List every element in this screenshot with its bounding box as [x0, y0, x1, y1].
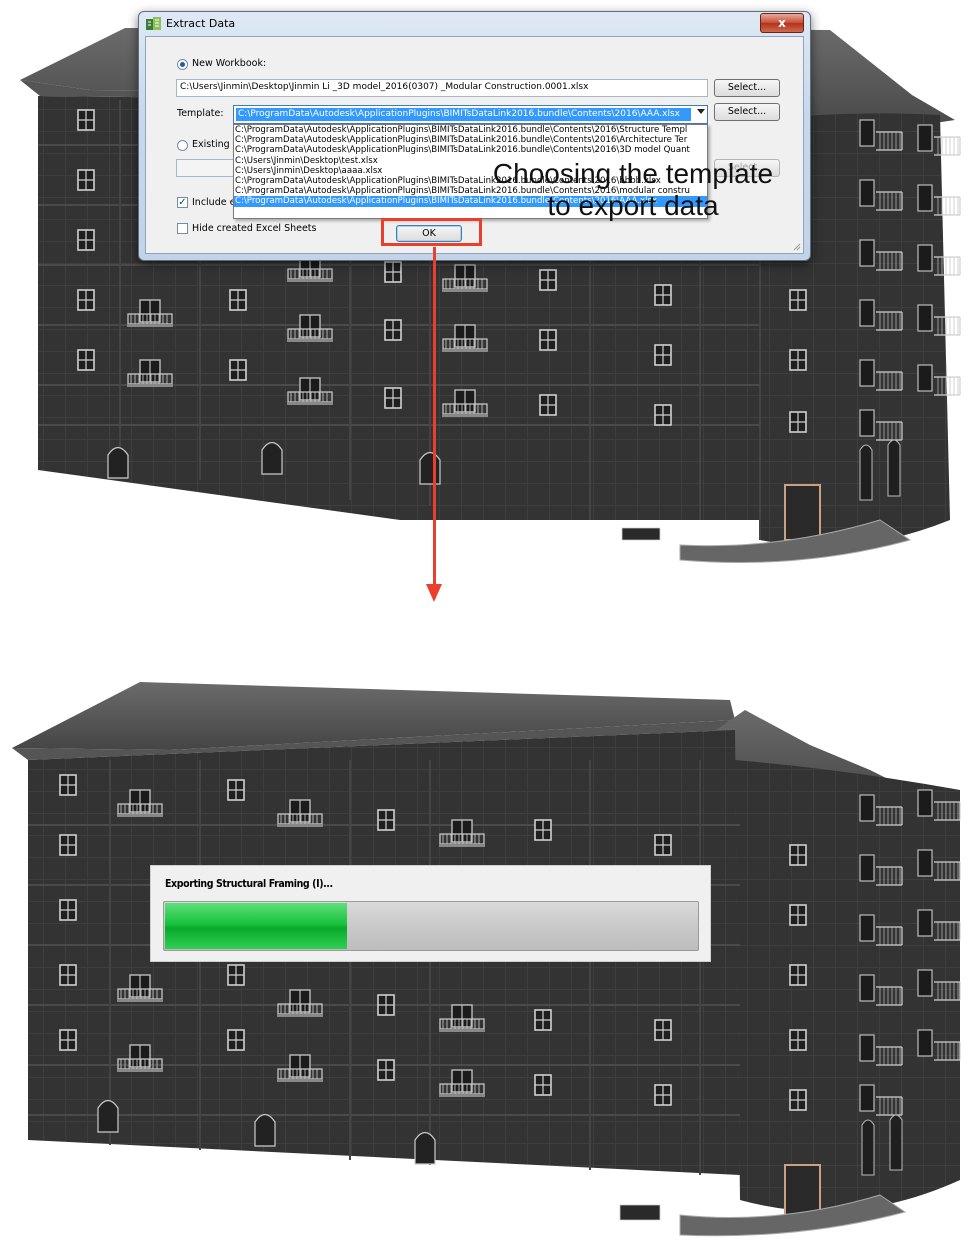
- dropdown-arrow-icon[interactable]: [697, 109, 705, 114]
- template-option[interactable]: C:\ProgramData\Autodesk\ApplicationPlugi…: [234, 125, 707, 135]
- annotation-line-1: Choosing the template: [492, 158, 774, 189]
- progress-bar: [163, 901, 699, 951]
- new-workbook-label: New Workbook:: [192, 58, 267, 69]
- dialog-titlebar[interactable]: Extract Data x: [139, 12, 810, 36]
- existing-workbook-path-field: [176, 159, 236, 177]
- close-button[interactable]: x: [760, 13, 804, 33]
- dialog-title: Extract Data: [166, 17, 236, 30]
- resize-grip-icon[interactable]: [793, 243, 801, 251]
- annotation-line-2: to export data: [547, 190, 719, 221]
- progress-fill: [165, 903, 348, 949]
- workbook-select-button[interactable]: Select...: [714, 79, 780, 97]
- export-progress-panel: Exporting Structural Framing (I)...: [150, 865, 711, 962]
- close-icon: x: [778, 16, 786, 30]
- existing-workbook-radio[interactable]: [177, 140, 188, 151]
- new-workbook-path-field[interactable]: C:\Users\Jinmin\Desktop\Jinmin Li _3D mo…: [176, 79, 708, 97]
- template-select-button[interactable]: Select...: [714, 103, 780, 121]
- template-option[interactable]: C:\ProgramData\Autodesk\ApplicationPlugi…: [234, 145, 707, 155]
- ok-highlight-box: [381, 218, 482, 246]
- arrow-line: [433, 247, 436, 587]
- include-checkbox[interactable]: ✓: [177, 197, 188, 208]
- arrow-head-icon: [426, 584, 442, 602]
- annotation-caption: Choosing the template to export data: [468, 158, 798, 222]
- template-label: Template:: [177, 108, 224, 119]
- template-selected-value: C:\ProgramData\Autodesk\ApplicationPlugi…: [236, 108, 691, 121]
- hide-sheets-checkbox[interactable]: [177, 223, 188, 234]
- progress-label: Exporting Structural Framing (I)...: [165, 878, 333, 890]
- template-combobox[interactable]: C:\ProgramData\Autodesk\ApplicationPlugi…: [233, 105, 708, 124]
- include-label: Include e: [192, 197, 236, 208]
- hide-sheets-label: Hide created Excel Sheets: [192, 223, 317, 234]
- template-option[interactable]: C:\ProgramData\Autodesk\ApplicationPlugi…: [234, 135, 707, 145]
- app-icon: [146, 17, 162, 31]
- new-workbook-radio[interactable]: [177, 59, 188, 70]
